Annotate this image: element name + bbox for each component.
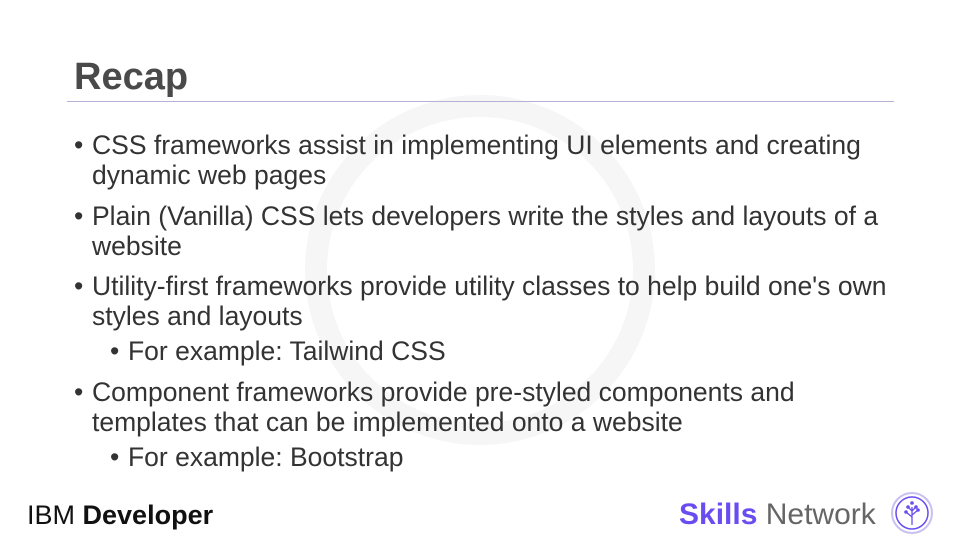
title-divider (67, 101, 894, 102)
bullet-item: • Component frameworks provide pre-styled… (74, 377, 795, 437)
sub-bullet-text: For example: Bootstrap (128, 442, 404, 472)
bullet-item: • CSS frameworks assist in implementing U… (74, 130, 861, 190)
bullet-text: Component frameworks provide pre-styled … (92, 377, 795, 437)
bullet-item: • Utility-first frameworks provide utilit… (74, 271, 887, 331)
skills-network-tree-icon (891, 492, 933, 534)
bullet-text: Plain (Vanilla) CSS lets developers writ… (92, 201, 879, 261)
bullet-text: CSS frameworks assist in implementing UI… (92, 130, 861, 190)
sub-bullet-text: For example: Tailwind CSS (128, 336, 446, 366)
sub-bullet-item: • For example: Tailwind CSS (110, 336, 446, 366)
skills-network-logo: Skills Network (679, 498, 876, 531)
bullet-item: • Plain (Vanilla) CSS lets developers wri… (74, 201, 879, 261)
sub-bullet-item: • For example: Bootstrap (110, 442, 404, 472)
ibm-developer-logo: IBM Developer (27, 500, 214, 530)
bullet-text: Utility-first frameworks provide utility… (92, 271, 887, 331)
slide-title: Recap (74, 56, 189, 98)
